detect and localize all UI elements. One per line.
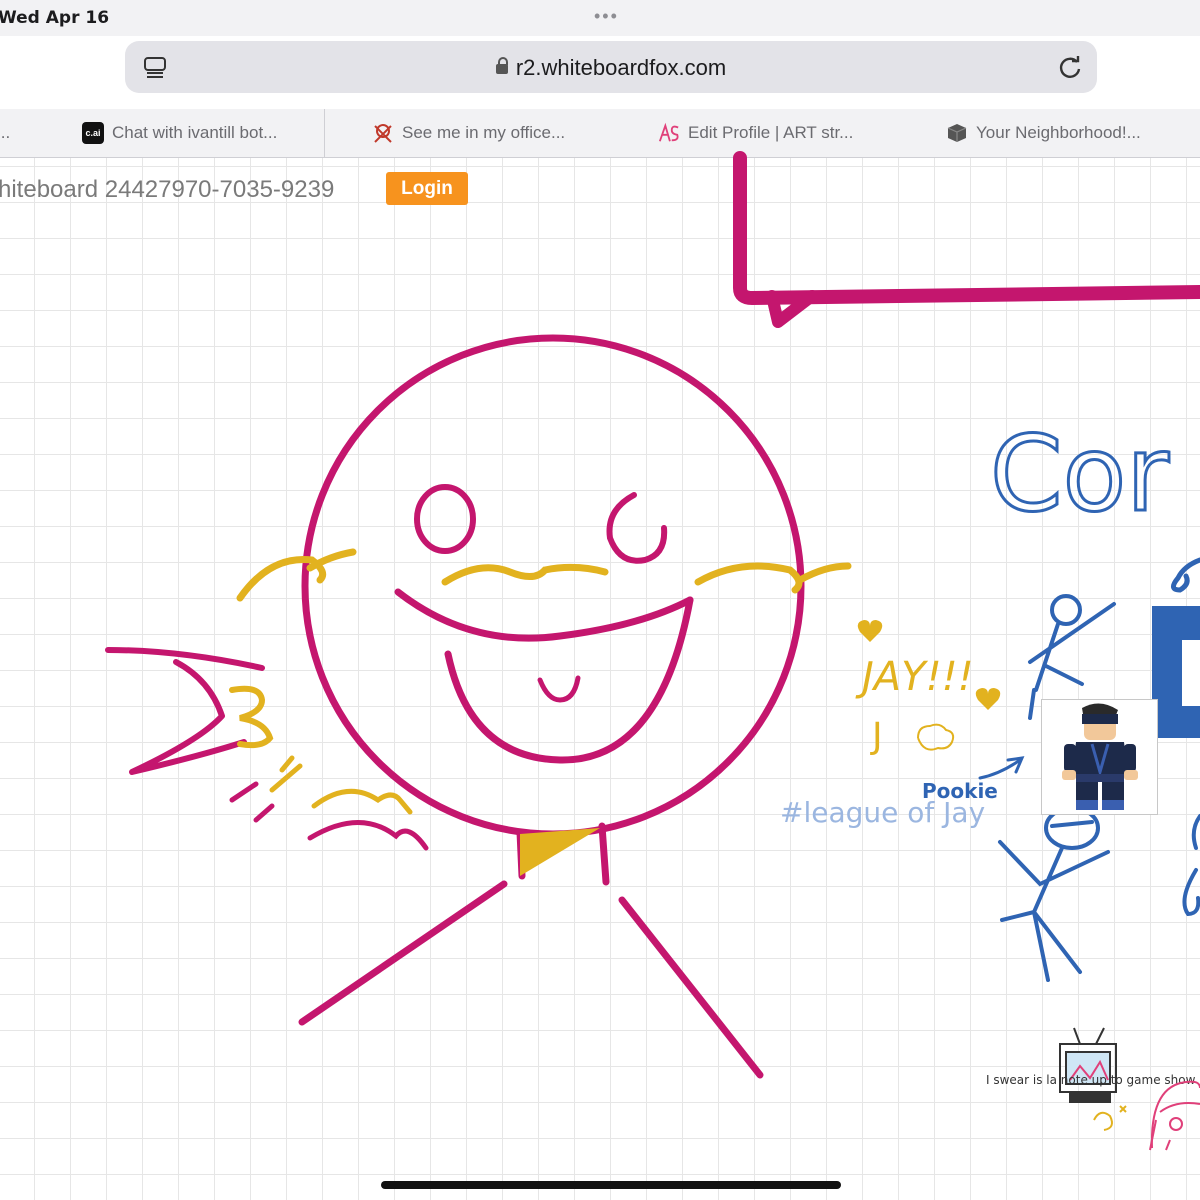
blue-hook <box>1171 557 1200 593</box>
pookie-text: Pookie <box>922 779 998 803</box>
left-whisker <box>236 548 357 602</box>
lego-ninja-icon <box>1062 703 1138 810</box>
heart-icon <box>975 688 1001 710</box>
home-indicator[interactable] <box>381 1181 841 1189</box>
jay-text: JAY!!! <box>855 654 974 700</box>
wing-outline <box>105 647 265 775</box>
right-whisker <box>694 562 852 594</box>
motion-lines-magenta <box>229 781 429 851</box>
blue-box-inner <box>1182 640 1200 706</box>
small-gold-scribble <box>1093 1105 1127 1131</box>
right-eye <box>606 492 668 564</box>
heart-icon <box>857 620 883 642</box>
mouth-top <box>394 588 694 642</box>
pink-face-doodle <box>1149 1080 1200 1151</box>
bow-tie <box>520 828 600 876</box>
brain-doodle <box>917 723 955 751</box>
left-arm <box>298 880 508 1026</box>
lego-minifigure-image[interactable] <box>1041 699 1158 815</box>
j-text: J <box>870 716 883 757</box>
left-eye <box>414 484 476 554</box>
mouth-bottom <box>444 596 694 764</box>
moustache <box>441 563 609 586</box>
small-note: I swear is la note up to game show music <box>986 1073 1200 1087</box>
right-arm <box>618 896 764 1079</box>
whiteboard-drawings: JAY!!! J #league of Jay Pookie Cor I swe… <box>105 151 1200 1151</box>
blue-doodle-right <box>1182 814 1200 917</box>
pookie-arrow <box>978 756 1025 780</box>
blue-word: Cor <box>990 413 1169 535</box>
blue-stickman-bottom <box>998 806 1110 982</box>
speech-bubble-frame <box>733 151 1200 306</box>
tv-doodle <box>1059 1027 1117 1103</box>
neck-right <box>598 822 610 886</box>
tongue <box>537 675 581 703</box>
motion-lines-gold <box>269 755 413 815</box>
wing-gold <box>229 685 274 749</box>
